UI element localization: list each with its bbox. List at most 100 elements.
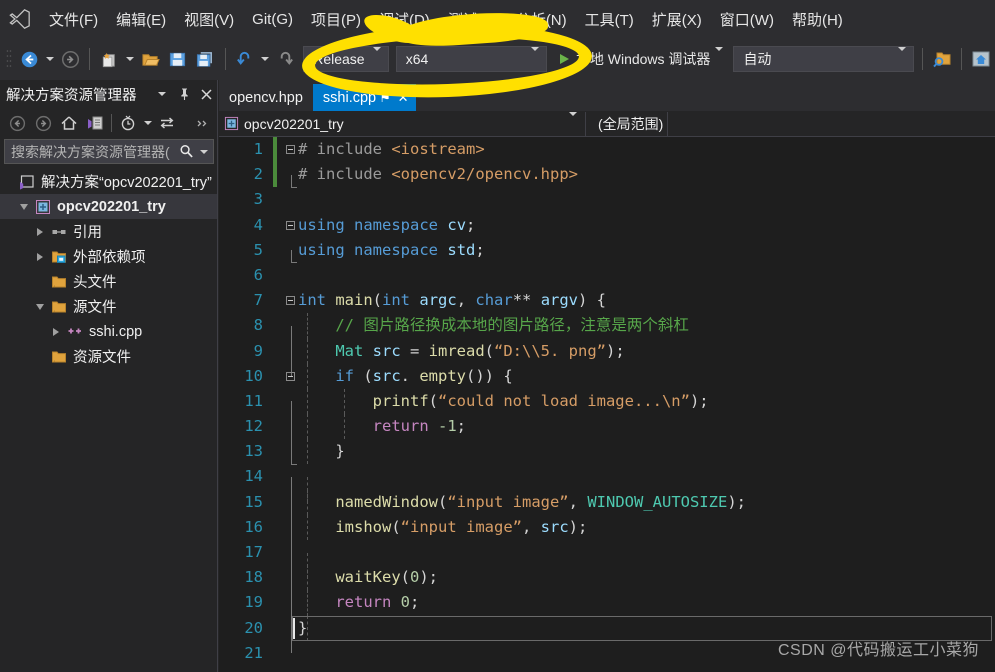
- auto-value: 自动: [743, 51, 772, 67]
- folder-filter-icon: [48, 344, 70, 369]
- navbar-member-dropdown[interactable]: (全局范围): [586, 111, 669, 136]
- folder-filter-icon: [48, 294, 70, 319]
- tree-item[interactable]: 引用: [0, 219, 217, 244]
- sync-with-active-document-icon[interactable]: [154, 110, 180, 136]
- undo-icon[interactable]: [231, 44, 259, 74]
- tree-item[interactable]: 头文件: [0, 269, 217, 294]
- line-number: 10: [244, 366, 263, 385]
- tree-item[interactable]: 外部依赖项: [0, 244, 217, 269]
- close-icon[interactable]: [195, 82, 217, 106]
- indent-guide: [307, 514, 308, 540]
- open-file-icon[interactable]: [136, 44, 164, 74]
- line-number: 7: [253, 291, 263, 310]
- new-item-icon[interactable]: [95, 44, 123, 74]
- fold-margin[interactable]: [283, 371, 298, 381]
- configuration-dropdown[interactable]: Release: [303, 46, 389, 72]
- tree-item[interactable]: sshi.cpp: [0, 319, 217, 344]
- chevron-right-icon[interactable]: [48, 319, 64, 344]
- tree-item[interactable]: 源文件: [0, 294, 217, 319]
- tree-item[interactable]: 解决方案“opcv202201_try”: [0, 169, 217, 194]
- find-in-files-icon[interactable]: [928, 44, 956, 74]
- line-number: 20: [244, 618, 263, 637]
- pending-changes-icon[interactable]: [115, 110, 141, 136]
- chevron-down-icon[interactable]: [32, 294, 48, 319]
- references-icon: [48, 219, 70, 244]
- auto-dropdown[interactable]: 自动: [733, 46, 915, 72]
- navbar-project-dropdown[interactable]: opcv202201_try: [219, 111, 586, 136]
- menu-item-1[interactable]: 编辑(E): [107, 0, 175, 38]
- tree-item-label: opcv202201_try: [57, 198, 166, 215]
- solution-explorer-search[interactable]: [4, 139, 214, 164]
- search-icon[interactable]: [176, 144, 197, 159]
- indent-guide: [344, 414, 345, 440]
- expand-dropdown-icon[interactable]: [141, 110, 154, 136]
- code-line: 2 # include <opencv2/opencv.hpp>: [219, 162, 995, 188]
- menu-item-7[interactable]: 分析(N): [507, 0, 576, 38]
- editor-tab-label: sshi.cpp: [322, 89, 377, 106]
- menu-item-10[interactable]: 窗口(W): [711, 0, 783, 38]
- tree-item-label: 源文件: [73, 300, 117, 316]
- tree-item[interactable]: opcv202201_try: [0, 194, 217, 219]
- chevron-down-icon[interactable]: [151, 82, 173, 106]
- new-item-dropdown[interactable]: [123, 44, 136, 74]
- editor-tab[interactable]: opencv.hpp: [219, 84, 313, 111]
- chevron-down-icon[interactable]: [16, 194, 32, 219]
- toolbar-grip[interactable]: [4, 48, 14, 70]
- menu-item-6[interactable]: 测试(S): [439, 0, 507, 38]
- fold-margin[interactable]: [283, 145, 298, 155]
- menu-item-9[interactable]: 扩展(X): [643, 0, 711, 38]
- search-input[interactable]: [11, 143, 176, 160]
- line-number: 17: [244, 543, 263, 561]
- menu-item-0[interactable]: 文件(F): [40, 0, 107, 38]
- navigate-back-icon[interactable]: [16, 44, 44, 74]
- search-dropdown-icon[interactable]: [197, 149, 211, 154]
- change-indicator: [273, 565, 277, 590]
- external-dependencies-icon: [48, 244, 70, 269]
- tree-item[interactable]: 资源文件: [0, 344, 217, 369]
- forward-icon[interactable]: [30, 110, 56, 136]
- redo-icon[interactable]: [271, 44, 299, 74]
- editor-tab[interactable]: sshi.cpp ⚑ ✕: [312, 84, 417, 111]
- indent-guide: [307, 388, 308, 415]
- navigate-forward-icon[interactable]: [57, 44, 85, 74]
- line-number: 3: [253, 190, 263, 209]
- switch-views-icon[interactable]: [82, 110, 108, 136]
- code-line: 21: [219, 641, 995, 666]
- pin-icon[interactable]: [173, 82, 195, 106]
- close-tab-icon[interactable]: ✕: [394, 90, 412, 106]
- fold-margin[interactable]: [283, 296, 298, 306]
- chevron-right-icon[interactable]: [32, 244, 48, 269]
- expand-overflow-icon[interactable]: [189, 110, 215, 136]
- menu-item-2[interactable]: 视图(V): [175, 0, 243, 38]
- pin-tab-icon[interactable]: ⚑: [376, 90, 394, 106]
- code-editor[interactable]: 1 # include <iostream> 2 # include <opencv2…: [219, 137, 995, 672]
- undo-dropdown[interactable]: [258, 44, 271, 74]
- start-debugging-button[interactable]: 本地 Windows 调试器: [553, 45, 727, 73]
- change-indicator: [273, 288, 277, 313]
- menu-item-8[interactable]: 工具(T): [576, 0, 643, 38]
- navigate-back-dropdown[interactable]: [44, 44, 57, 74]
- save-icon[interactable]: [164, 44, 192, 74]
- code-line: 8 // 图片路径换成本地的图片路径，注意是两个斜杠: [219, 313, 995, 352]
- home-icon[interactable]: [56, 110, 82, 136]
- back-icon[interactable]: [4, 110, 30, 136]
- chevron-right-icon[interactable]: [32, 219, 48, 244]
- change-indicator: [273, 263, 277, 288]
- code-line: 14: [219, 464, 995, 503]
- line-number: 2: [253, 165, 263, 184]
- menu-item-5[interactable]: 调试(D): [370, 0, 439, 38]
- code-text: int main(int argc, char** argv) {: [298, 291, 607, 310]
- indent-guide: [307, 338, 308, 364]
- fold-margin[interactable]: [283, 220, 298, 230]
- home-window-icon[interactable]: [967, 44, 995, 74]
- toolbar-separator: [89, 48, 91, 70]
- chevron-down-icon: [715, 47, 724, 67]
- menu-item-11[interactable]: 帮助(H): [783, 0, 852, 38]
- save-all-icon[interactable]: [192, 44, 220, 74]
- change-indicator: [273, 339, 277, 364]
- code-line: 15 namedWindow(“input image”, WINDOW_AUT…: [219, 489, 995, 528]
- code-text: # include <opencv2/opencv.hpp>: [298, 165, 578, 184]
- platform-dropdown[interactable]: x64: [395, 46, 547, 72]
- menu-item-3[interactable]: Git(G): [243, 0, 302, 38]
- menu-item-4[interactable]: 项目(P): [302, 0, 370, 38]
